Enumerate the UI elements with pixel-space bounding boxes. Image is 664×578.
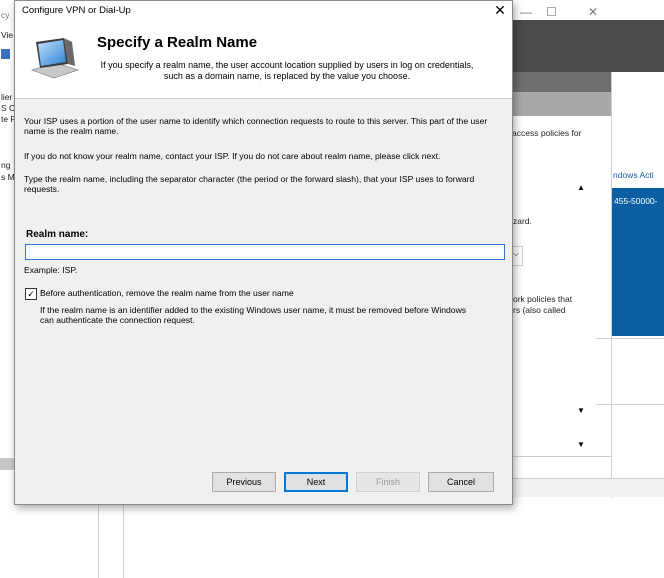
finish-button[interactable]: Finish xyxy=(356,472,420,492)
background-close-icon[interactable]: ✕ xyxy=(588,5,598,19)
background-left-edge xyxy=(0,0,14,470)
header-description: If you specify a realm name, the user ac… xyxy=(100,60,474,81)
minimize-icon[interactable]: ☐ xyxy=(546,5,557,19)
background-text-network-policies: ork policies that xyxy=(513,294,573,304)
realm-instructions: Type the realm name, including the separ… xyxy=(24,174,475,194)
background-bottom-panel xyxy=(98,505,124,578)
background-dropdown-icon[interactable]: ▼ xyxy=(577,406,585,415)
background-left-fragment: ng xyxy=(1,160,11,170)
background-product-id: 455-50000- xyxy=(614,196,658,206)
previous-button[interactable]: Previous xyxy=(212,472,276,492)
next-button[interactable]: Next xyxy=(284,472,348,492)
background-text-wizard: zard. xyxy=(513,216,532,226)
dialog-titlebar[interactable]: Configure VPN or Dial-Up ✕ xyxy=(15,1,512,21)
background-minimize-icon[interactable]: — xyxy=(520,5,532,19)
background-left-fragment: s M xyxy=(1,172,15,182)
background-windows-activation: ndows Acti xyxy=(613,170,654,180)
dialog-title: Configure VPN or Dial-Up xyxy=(22,5,131,16)
remove-realm-checkbox-label[interactable]: Before authentication, remove the realm … xyxy=(40,288,520,298)
unknown-realm-note: If you do not know your realm name, cont… xyxy=(24,151,441,161)
background-dropdown-icon[interactable]: ▼ xyxy=(577,440,585,449)
background-line xyxy=(512,456,612,457)
background-header-bar-light xyxy=(512,92,612,116)
background-text-also-called: rs (also called xyxy=(513,305,566,315)
configure-vpn-dialog: Configure VPN or Dial-Up ✕ Specify a Rea… xyxy=(14,0,513,505)
background-text-access-policies: access policies for xyxy=(512,128,582,138)
realm-name-input[interactable] xyxy=(25,244,505,260)
wizard-header: Specify a Realm Name If you specify a re… xyxy=(15,21,512,99)
background-line xyxy=(596,338,664,339)
realm-name-label: Realm name: xyxy=(26,229,89,240)
realm-example: Example: ISP. xyxy=(24,265,78,275)
background-left-fragment: cy xyxy=(1,10,10,20)
cancel-button[interactable]: Cancel xyxy=(428,472,494,492)
close-icon[interactable]: ✕ xyxy=(489,1,511,19)
background-dark-header xyxy=(512,20,664,72)
background-blue-panel: 455-50000- xyxy=(612,188,664,336)
background-scroll-up-icon[interactable]: ▲ xyxy=(577,183,585,192)
background-scrollbar[interactable] xyxy=(0,458,14,470)
background-line xyxy=(596,404,664,405)
header-title: Specify a Realm Name xyxy=(97,34,258,51)
server-monitor-icon xyxy=(30,38,80,79)
remove-realm-note: If the realm name is an identifier added… xyxy=(40,305,467,325)
background-status-strip xyxy=(512,478,664,497)
remove-realm-checkbox[interactable]: ✓ xyxy=(25,288,37,300)
background-left-fragment: Vie xyxy=(1,30,14,40)
background-left-fragment: lier xyxy=(1,92,13,102)
chevron-down-icon: ⌵ xyxy=(513,249,520,258)
background-header-bar xyxy=(512,72,612,92)
background-task-panel: ▲ zard. ⌵ ork policies that rs (also cal… xyxy=(511,178,597,462)
isp-realm-description: Your ISP uses a portion of the user name… xyxy=(24,116,488,136)
background-help-icon xyxy=(1,49,10,59)
